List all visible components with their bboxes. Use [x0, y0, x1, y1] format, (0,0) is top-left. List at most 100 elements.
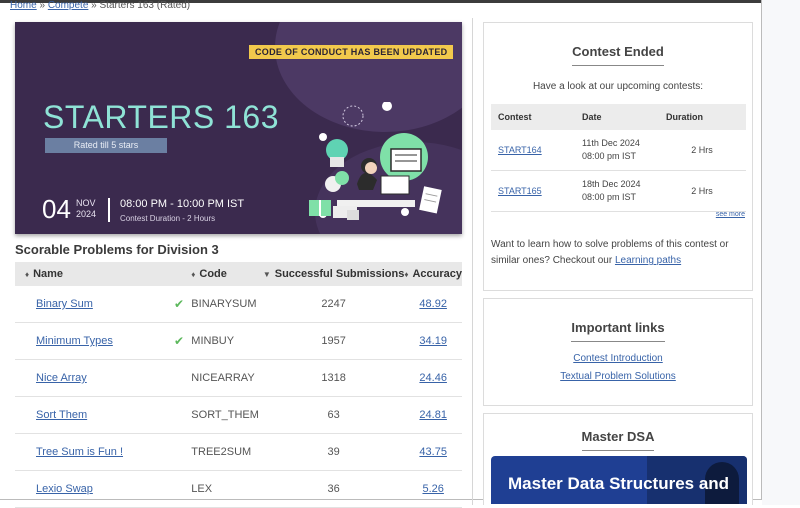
problem-row: Sort Them SORT_THEM 63 24.81 — [15, 396, 462, 434]
problem-name-link[interactable]: Minimum Types — [36, 335, 113, 347]
problem-code: TREE2SUM — [191, 433, 263, 471]
problem-row: Minimum Types ✔ MINBUY 1957 34.19 — [15, 322, 462, 360]
contest-month: NOV — [76, 198, 96, 208]
learning-prompt: Want to learn how to solve problems of t… — [491, 239, 729, 266]
contest-code-link[interactable]: START164 — [498, 145, 542, 155]
breadcrumb-separator: » — [91, 0, 97, 11]
sort-desc-icon[interactable]: ▼ — [263, 270, 271, 279]
successful-submissions: 2247 — [262, 286, 405, 323]
problem-row: Binary Sum ✔ BINARYSUM 2247 48.92 — [15, 286, 462, 323]
see-more-link[interactable]: see more — [716, 211, 745, 218]
master-dsa-promo-banner[interactable]: Master Data Structures and — [491, 456, 747, 504]
accuracy-link[interactable]: 24.46 — [419, 372, 447, 384]
contest-ended-card: Contest Ended Have a look at our upcomin… — [483, 22, 753, 291]
accuracy-cell: 5.26 — [404, 470, 462, 508]
successful-submissions: 1318 — [262, 359, 405, 397]
important-links-list: Contest Introduction Textual Problem Sol… — [484, 350, 752, 386]
sort-icon[interactable]: ♦ — [25, 270, 29, 279]
problems-table: ♦ Name ♦ Code ▼ Successful Submissions ♦ Acc… — [15, 262, 462, 508]
problem-code: MINBUY — [191, 322, 263, 360]
contest-start-time: 08:00 pm IST — [582, 192, 637, 202]
accuracy-column-header[interactable]: ♦ Accuracy — [404, 262, 462, 286]
contest-duration: 2 Hrs — [659, 170, 746, 212]
contest-ended-title: Contest Ended — [484, 44, 752, 66]
duration-column-header: Duration — [659, 104, 746, 130]
accuracy-link[interactable]: 43.75 — [419, 446, 447, 458]
important-links-card: Important links Contest Introduction Tex… — [483, 298, 753, 406]
problem-name-link[interactable]: Nice Array — [36, 372, 87, 384]
upcoming-contests-table: Contest Date Duration START164 11th Dec … — [491, 104, 746, 212]
successful-submissions: 63 — [262, 396, 405, 434]
accuracy-cell: 48.92 — [404, 286, 462, 323]
contest-duration: 2 Hrs — [659, 130, 746, 171]
problem-name-link[interactable]: Lexio Swap — [36, 483, 93, 495]
date-column-header: Date — [575, 104, 659, 130]
sort-icon[interactable]: ♦ — [191, 270, 195, 279]
problem-name-cell: Sort Them — [15, 396, 192, 434]
accuracy-cell: 43.75 — [404, 433, 462, 471]
upcoming-subtitle: Have a look at our upcoming contests: — [532, 81, 704, 92]
problem-row: Lexio Swap LEX 36 5.26 — [15, 470, 462, 508]
master-dsa-promo-text: Master Data Structures and — [508, 474, 730, 493]
problem-code: SORT_THEM — [191, 396, 263, 434]
contest-banner: CODE OF CONDUCT HAS BEEN UPDATED STARTER… — [15, 22, 462, 234]
learning-paths-link[interactable]: Learning paths — [615, 255, 681, 266]
upcoming-header-row: Contest Date Duration — [491, 104, 746, 130]
accuracy-link[interactable]: 48.92 — [419, 298, 447, 310]
problem-name-link[interactable]: Binary Sum — [36, 298, 93, 310]
master-dsa-title: Master DSA — [484, 429, 752, 451]
upcoming-contests-body: START164 11th Dec 2024 08:00 pm IST 2 Hr… — [491, 130, 746, 212]
problem-name-cell: Lexio Swap — [15, 470, 192, 508]
problem-name-cell: Nice Array — [15, 359, 192, 397]
contest-year: 2024 — [76, 209, 97, 219]
accuracy-cell: 24.46 — [404, 359, 462, 397]
learning-paths-text: Want to learn how to solve problems of t… — [491, 237, 746, 269]
problems-section-title: Scorable Problems for Division 3 — [15, 242, 219, 257]
problem-code: BINARYSUM — [191, 286, 263, 323]
problem-name-cell: Binary Sum ✔ — [15, 286, 192, 323]
problems-header-row: ♦ Name ♦ Code ▼ Successful Submissions ♦ Acc… — [15, 262, 462, 286]
problem-code: LEX — [191, 470, 263, 508]
problem-name-cell: Tree Sum is Fun ! — [15, 433, 192, 471]
coder-illustration — [309, 102, 442, 220]
contest-title: STARTERS 163 — [43, 99, 280, 135]
important-links-title: Important links — [484, 320, 752, 342]
problem-name-link[interactable]: Sort Them — [36, 409, 87, 421]
sort-icon[interactable]: ♦ — [404, 270, 408, 279]
successful-submissions: 39 — [262, 433, 405, 471]
problems-table-body: Binary Sum ✔ BINARYSUM 2247 48.92 Minimu… — [15, 286, 462, 508]
breadcrumb-current: Starters 163 (Rated) — [99, 0, 191, 11]
contest-day: 04 — [42, 194, 71, 224]
submissions-column-header[interactable]: ▼ Successful Submissions — [262, 262, 405, 286]
breadcrumb: Home » Compete » Starters 163 (Rated) — [10, 0, 190, 11]
page-gutter — [762, 0, 800, 505]
code-column-header[interactable]: ♦ Code — [191, 262, 263, 286]
name-column-header[interactable]: ♦ Name — [15, 262, 192, 286]
accuracy-link[interactable]: 5.26 — [422, 483, 443, 495]
problem-name-link[interactable]: Tree Sum is Fun ! — [36, 446, 123, 458]
accuracy-link[interactable]: 34.19 — [419, 335, 447, 347]
contest-introduction-link[interactable]: Contest Introduction — [484, 350, 752, 368]
contest-date: 18th Dec 2024 — [582, 179, 641, 189]
date-divider — [108, 198, 110, 222]
contest-code-cell: START164 — [491, 130, 575, 171]
column-divider — [472, 18, 473, 505]
breadcrumb-compete-link[interactable]: Compete — [48, 0, 89, 11]
master-dsa-card: Master DSA Master Data Structures and — [483, 413, 753, 505]
contest-date-cell: 18th Dec 2024 08:00 pm IST — [575, 170, 659, 212]
textual-solutions-link[interactable]: Textual Problem Solutions — [484, 368, 752, 386]
breadcrumb-separator: » — [39, 0, 46, 11]
successful-submissions: 1957 — [262, 322, 405, 360]
contest-code-cell: START165 — [491, 170, 575, 212]
problem-name-cell: Minimum Types ✔ — [15, 322, 192, 360]
successful-submissions: 36 — [262, 470, 405, 508]
contest-date: 11th Dec 2024 — [582, 138, 640, 148]
breadcrumb-home-link[interactable]: Home — [10, 0, 37, 11]
problem-row: Nice Array NICEARRAY 1318 24.46 — [15, 359, 462, 397]
code-of-conduct-notice[interactable]: CODE OF CONDUCT HAS BEEN UPDATED — [249, 45, 454, 59]
problem-code: NICEARRAY — [191, 359, 263, 397]
contest-code-link[interactable]: START165 — [498, 186, 542, 196]
contest-time: 08:00 PM - 10:00 PM IST — [120, 198, 245, 210]
accuracy-link[interactable]: 24.81 — [419, 409, 447, 421]
accuracy-cell: 24.81 — [404, 396, 462, 434]
